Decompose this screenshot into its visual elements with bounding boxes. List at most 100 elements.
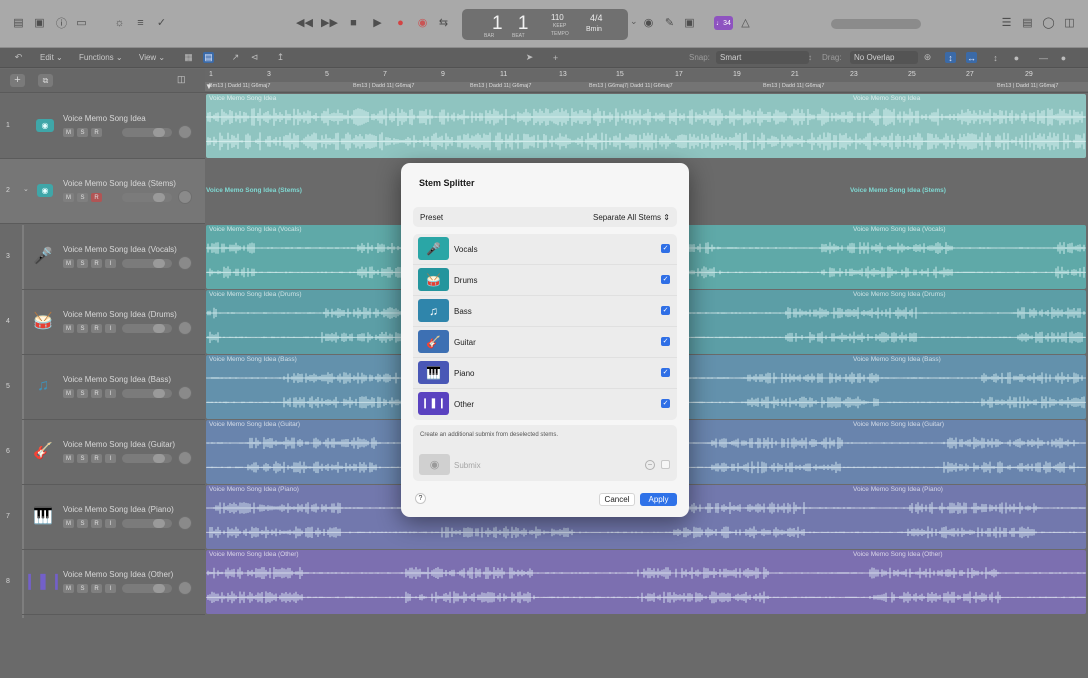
inspector-icon[interactable]: ▣ bbox=[33, 16, 46, 29]
mute-button[interactable]: M bbox=[63, 454, 74, 463]
solo-button[interactable]: S bbox=[77, 584, 88, 593]
list-editors-icon[interactable]: ☰ bbox=[1000, 16, 1013, 29]
snap-select[interactable]: Smart bbox=[716, 51, 809, 64]
library-icon[interactable]: ▤ bbox=[12, 16, 25, 29]
track-name[interactable]: Voice Memo Song Idea (Piano) bbox=[63, 505, 174, 514]
zoom-in-icon[interactable]: ● bbox=[1058, 52, 1069, 63]
duplicate-track-button[interactable]: ⧉ bbox=[38, 74, 53, 87]
region[interactable]: Voice Memo Song Idea Voice Memo Song Ide… bbox=[206, 94, 1086, 158]
track-header[interactable]: 8 ❙❚❙ Voice Memo Song Idea (Other) M S R… bbox=[6, 550, 205, 615]
catch-icon[interactable]: ↥ bbox=[275, 52, 286, 63]
automation-icon[interactable]: ↗ bbox=[230, 52, 241, 63]
volume-fader[interactable] bbox=[122, 454, 172, 463]
stem-checkbox[interactable]: ✓ bbox=[661, 368, 670, 377]
loop-browser-icon[interactable]: ◯ bbox=[1042, 16, 1055, 29]
rewind-icon[interactable]: ◀◀ bbox=[296, 16, 313, 29]
track-name[interactable]: Voice Memo Song Idea (Drums) bbox=[63, 310, 177, 319]
waveform-zoom-icon[interactable]: ⊛ bbox=[922, 52, 933, 63]
track-name[interactable]: Voice Memo Song Idea (Guitar) bbox=[63, 440, 175, 449]
pencil-icon[interactable]: ✎ bbox=[663, 16, 676, 29]
pan-knob[interactable] bbox=[178, 451, 192, 465]
track-header[interactable]: 4 🥁 Voice Memo Song Idea (Drums) M S R I bbox=[6, 290, 205, 355]
editors-icon[interactable]: ✓ bbox=[155, 16, 168, 29]
pan-knob[interactable] bbox=[178, 321, 192, 335]
track-header[interactable]: 1 ◉ Voice Memo Song Idea M S R bbox=[0, 94, 205, 159]
pan-knob[interactable] bbox=[178, 190, 192, 204]
track-header[interactable]: 7 🎹 Voice Memo Song Idea (Piano) M S R I bbox=[6, 485, 205, 550]
record-enable-button[interactable]: R bbox=[91, 519, 102, 528]
stem-row-piano[interactable]: 🎹 Piano ✓ bbox=[413, 358, 677, 389]
stop-icon[interactable]: ■ bbox=[347, 16, 360, 29]
mute-button[interactable]: M bbox=[63, 389, 74, 398]
stem-row-drums[interactable]: 🥁 Drums ✓ bbox=[413, 265, 677, 296]
input-monitor-button[interactable]: I bbox=[105, 584, 116, 593]
play-icon[interactable]: ▶ bbox=[371, 16, 384, 29]
pan-knob[interactable] bbox=[178, 125, 192, 139]
stem-row-other[interactable]: ❙❚❙ Other ✓ bbox=[413, 389, 677, 420]
volume-fader[interactable] bbox=[122, 519, 172, 528]
solo-button[interactable]: S bbox=[77, 128, 88, 137]
stem-checkbox[interactable]: ✓ bbox=[661, 399, 670, 408]
apply-button[interactable]: Apply bbox=[640, 493, 677, 506]
functions-menu[interactable]: Functions ⌄ bbox=[79, 53, 123, 62]
count-badge[interactable]: ♩34 bbox=[714, 16, 733, 30]
smart-controls-icon[interactable]: ☼ bbox=[113, 16, 126, 29]
stem-row-bass[interactable]: ♫ Bass ✓ bbox=[413, 296, 677, 327]
mute-button[interactable]: M bbox=[63, 324, 74, 333]
record-enable-button[interactable]: R bbox=[91, 259, 102, 268]
pan-knob[interactable] bbox=[178, 386, 192, 400]
note-pad-icon[interactable]: ▤ bbox=[1021, 16, 1034, 29]
record-enable-button[interactable]: R bbox=[91, 324, 102, 333]
volume-fader[interactable] bbox=[122, 193, 172, 202]
region[interactable]: Voice Memo Song Idea (Other) Voice Memo … bbox=[206, 550, 1086, 614]
mute-button[interactable]: M bbox=[63, 519, 74, 528]
pointer-tool-icon[interactable]: ➤ bbox=[524, 52, 535, 63]
edit-menu[interactable]: Edit ⌄ bbox=[40, 53, 63, 62]
back-icon[interactable]: ↶ bbox=[13, 52, 24, 63]
zoom-out-icon[interactable]: — bbox=[1038, 52, 1049, 63]
solo-button[interactable]: S bbox=[77, 193, 88, 202]
input-monitor-button[interactable]: I bbox=[105, 389, 116, 398]
volume-fader[interactable] bbox=[122, 584, 172, 593]
preset-select[interactable]: Separate All Stems ⇕ bbox=[593, 213, 670, 222]
lcd-chevron-icon[interactable]: ⌄ bbox=[630, 16, 638, 27]
global-tracks-icon[interactable]: ◫ bbox=[177, 74, 186, 85]
solo-button[interactable]: S bbox=[77, 389, 88, 398]
solo-button[interactable]: S bbox=[77, 324, 88, 333]
view-menu[interactable]: View ⌄ bbox=[139, 53, 165, 62]
track-name[interactable]: Voice Memo Song Idea (Stems) bbox=[63, 179, 176, 188]
mute-button[interactable]: M bbox=[63, 584, 74, 593]
volume-fader[interactable] bbox=[122, 128, 172, 137]
record-enable-button[interactable]: R bbox=[91, 193, 102, 202]
solo-button[interactable]: S bbox=[77, 259, 88, 268]
pan-knob[interactable] bbox=[178, 256, 192, 270]
zoom-slider-knob-icon[interactable]: ● bbox=[1011, 52, 1022, 63]
stem-checkbox[interactable]: ✓ bbox=[661, 275, 670, 284]
stem-checkbox[interactable]: ✓ bbox=[661, 337, 670, 346]
input-monitor-button[interactable]: I bbox=[105, 454, 116, 463]
volume-fader[interactable] bbox=[122, 389, 172, 398]
lcd-display[interactable]: 1 1 BAR BEAT 110 KEEP TEMPO 4/4 Bmin bbox=[462, 9, 628, 40]
track-name[interactable]: Voice Memo Song Idea bbox=[63, 114, 146, 123]
mixer-icon[interactable]: ≡ bbox=[134, 16, 147, 29]
pan-knob[interactable] bbox=[178, 581, 192, 595]
list-view-icon[interactable]: ▤ bbox=[203, 52, 214, 63]
tuner-icon[interactable]: ◉ bbox=[642, 16, 655, 29]
mute-button[interactable]: M bbox=[63, 193, 74, 202]
mute-button[interactable]: M bbox=[63, 259, 74, 268]
solo-button[interactable]: S bbox=[77, 454, 88, 463]
record-enable-button[interactable]: R bbox=[91, 584, 102, 593]
record-enable-button[interactable]: R bbox=[91, 454, 102, 463]
input-monitor-button[interactable]: I bbox=[105, 324, 116, 333]
fast-forward-icon[interactable]: ▶▶ bbox=[321, 16, 338, 29]
capture-record-icon[interactable]: ◉ bbox=[416, 16, 429, 29]
track-header[interactable]: 3 🎤 Voice Memo Song Idea (Vocals) M S R … bbox=[6, 225, 205, 290]
record-enable-button[interactable]: R bbox=[91, 389, 102, 398]
pan-knob[interactable] bbox=[178, 516, 192, 530]
solo-button[interactable]: S bbox=[77, 519, 88, 528]
stem-row-vocals[interactable]: 🎤 Vocals ✓ bbox=[413, 234, 677, 265]
zoom-slider-icon[interactable]: ↕ bbox=[990, 52, 1001, 63]
record-icon[interactable]: ● bbox=[394, 16, 407, 29]
vertical-zoom-icon[interactable]: ↕ bbox=[945, 52, 956, 63]
horizontal-zoom-icon[interactable]: ↔ bbox=[966, 52, 977, 63]
